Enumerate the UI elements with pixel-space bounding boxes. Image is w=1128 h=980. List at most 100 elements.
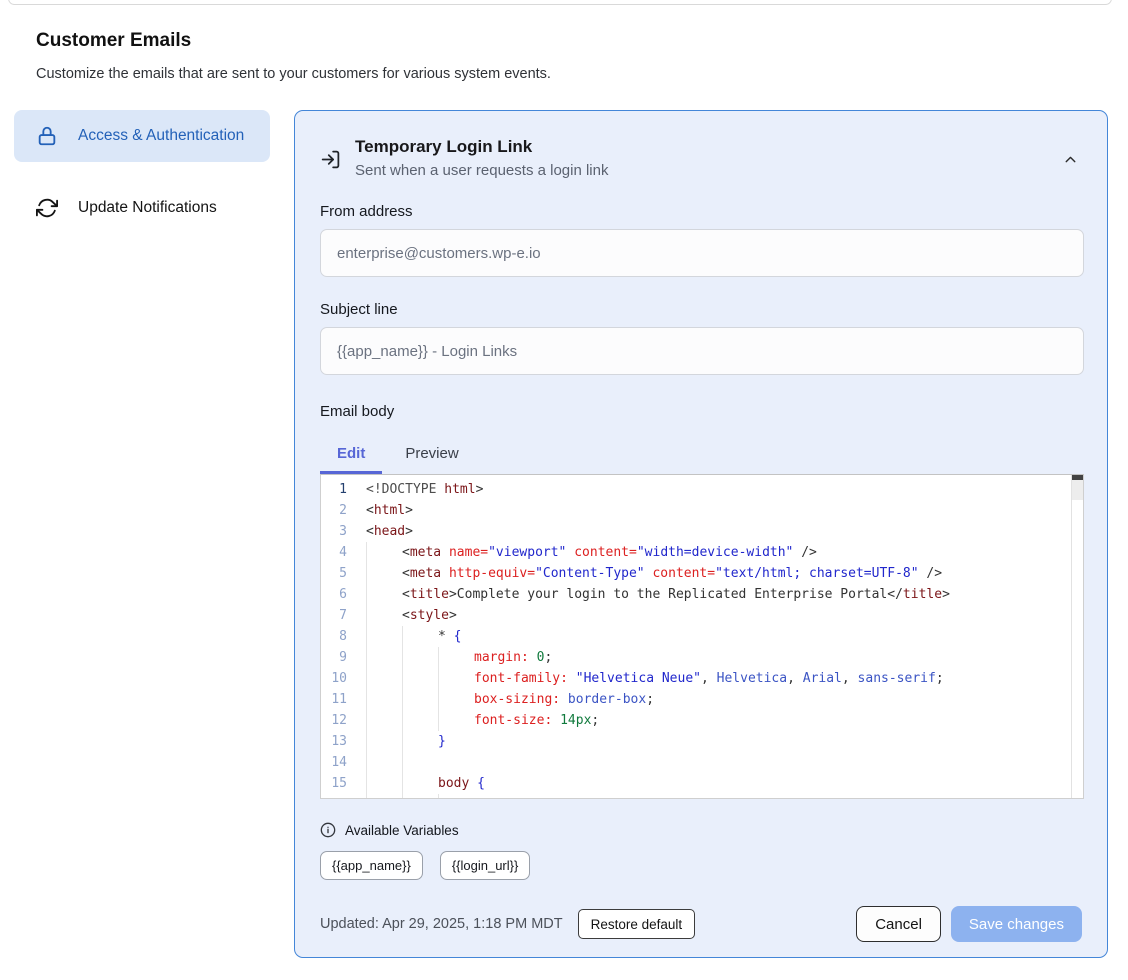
collapse-card-button[interactable]	[1062, 151, 1079, 168]
card-footer: Updated: Apr 29, 2025, 1:18 PM MDT Resto…	[320, 906, 1082, 942]
indent-guide	[402, 731, 438, 752]
indent-guide	[438, 794, 474, 799]
indent-guide	[366, 626, 402, 647]
variable-chip-login-url[interactable]: {{login_url}}	[440, 851, 531, 880]
code-content: <title>Complete your login to the Replic…	[357, 584, 950, 605]
indent-guide	[366, 731, 402, 752]
code-line: 16background-color: #f6f6f6;	[321, 794, 1083, 799]
line-number: 5	[321, 563, 357, 584]
code-line: 8* {	[321, 626, 1083, 647]
from-address-label: From address	[320, 203, 1082, 220]
indent-guide	[366, 668, 402, 689]
line-number: 1	[321, 479, 357, 500]
editor-scrollbar[interactable]	[1071, 475, 1083, 798]
line-number: 2	[321, 500, 357, 521]
indent-guide	[402, 668, 438, 689]
indent-guide	[402, 647, 438, 668]
available-variables-label: Available Variables	[345, 823, 459, 838]
indent-guide	[402, 710, 438, 731]
code-content	[357, 752, 438, 773]
restore-default-button[interactable]: Restore default	[578, 909, 696, 939]
code-line: 14	[321, 752, 1083, 773]
code-line: 15body {	[321, 773, 1083, 794]
code-line: 4<meta name="viewport" content="width=de…	[321, 542, 1083, 563]
code-content: background-color: #f6f6f6;	[357, 794, 678, 799]
email-body-tabs: Edit Preview	[320, 434, 1082, 474]
code-content: * {	[357, 626, 461, 647]
line-number: 9	[321, 647, 357, 668]
indent-guide	[366, 773, 402, 794]
indent-guide	[402, 773, 438, 794]
log-in-icon	[320, 149, 341, 170]
code-content: body {	[357, 773, 485, 794]
code-line: 11box-sizing: border-box;	[321, 689, 1083, 710]
temporary-login-link-card: Temporary Login Link Sent when a user re…	[294, 110, 1108, 958]
page-title: Customer Emails	[36, 30, 191, 52]
code-editor-lines: 1<!DOCTYPE html>2<html>3<head>4<meta nam…	[321, 475, 1083, 799]
line-number: 10	[321, 668, 357, 689]
indent-guide	[366, 647, 402, 668]
info-icon	[320, 822, 336, 838]
indent-guide	[366, 563, 402, 584]
tab-preview[interactable]: Preview	[382, 434, 481, 474]
editor-scrollbar-thumb-tail	[1072, 480, 1083, 500]
code-content: <style>	[357, 605, 457, 626]
indent-guide	[366, 689, 402, 710]
line-number: 14	[321, 752, 357, 773]
card-header: Temporary Login Link Sent when a user re…	[320, 137, 1082, 179]
email-body-label: Email body	[320, 403, 1082, 420]
code-content: }	[357, 731, 446, 752]
subject-line-input[interactable]	[320, 327, 1084, 375]
line-number: 11	[321, 689, 357, 710]
code-line: 9margin: 0;	[321, 647, 1083, 668]
sidebar-item-access-authentication[interactable]: Access & Authentication	[14, 110, 270, 162]
card-subtitle: Sent when a user requests a login link	[355, 162, 608, 179]
sidebar-item-label: Update Notifications	[78, 196, 217, 220]
indent-guide	[438, 668, 474, 689]
code-line: 6<title>Complete your login to the Repli…	[321, 584, 1083, 605]
save-changes-button[interactable]: Save changes	[951, 906, 1082, 942]
email-body-code-editor[interactable]: 1<!DOCTYPE html>2<html>3<head>4<meta nam…	[320, 474, 1084, 799]
variable-chip-app-name[interactable]: {{app_name}}	[320, 851, 423, 880]
code-line: 7<style>	[321, 605, 1083, 626]
indent-guide	[366, 794, 402, 799]
indent-guide	[366, 605, 402, 626]
code-content: <head>	[357, 521, 413, 542]
indent-guide	[438, 647, 474, 668]
previous-card-bottom-edge	[8, 0, 1112, 5]
updated-timestamp: Updated: Apr 29, 2025, 1:18 PM MDT	[320, 916, 563, 932]
code-line: 1<!DOCTYPE html>	[321, 479, 1083, 500]
footer-actions: Cancel Save changes	[856, 906, 1082, 942]
email-types-sidebar: Access & Authentication Update Notificat…	[14, 110, 270, 234]
indent-guide	[366, 710, 402, 731]
code-content: font-size: 14px;	[357, 710, 599, 731]
variable-chips: {{app_name}} {{login_url}}	[320, 851, 1082, 880]
tab-edit[interactable]: Edit	[320, 434, 382, 474]
lock-icon	[36, 125, 58, 147]
card-title: Temporary Login Link	[355, 137, 608, 157]
indent-guide	[402, 752, 438, 773]
from-address-input[interactable]	[320, 229, 1084, 277]
code-line: 2<html>	[321, 500, 1083, 521]
line-number: 3	[321, 521, 357, 542]
line-number: 7	[321, 605, 357, 626]
code-content: font-family: "Helvetica Neue", Helvetica…	[357, 668, 944, 689]
card-header-text: Temporary Login Link Sent when a user re…	[355, 137, 608, 179]
sidebar-item-label: Access & Authentication	[78, 124, 244, 148]
code-content: <!DOCTYPE html>	[357, 479, 483, 500]
cancel-button[interactable]: Cancel	[856, 906, 941, 942]
indent-guide	[402, 626, 438, 647]
indent-guide	[438, 689, 474, 710]
available-variables-row: Available Variables	[320, 822, 1082, 838]
code-line: 13}	[321, 731, 1083, 752]
sidebar-item-update-notifications[interactable]: Update Notifications	[14, 182, 270, 234]
refresh-icon	[36, 197, 58, 219]
line-number: 6	[321, 584, 357, 605]
code-content: <html>	[357, 500, 413, 521]
indent-guide	[438, 710, 474, 731]
code-line: 12font-size: 14px;	[321, 710, 1083, 731]
indent-guide	[366, 752, 402, 773]
indent-guide	[366, 542, 402, 563]
code-content: margin: 0;	[357, 647, 552, 668]
chevron-up-icon	[1062, 151, 1079, 168]
